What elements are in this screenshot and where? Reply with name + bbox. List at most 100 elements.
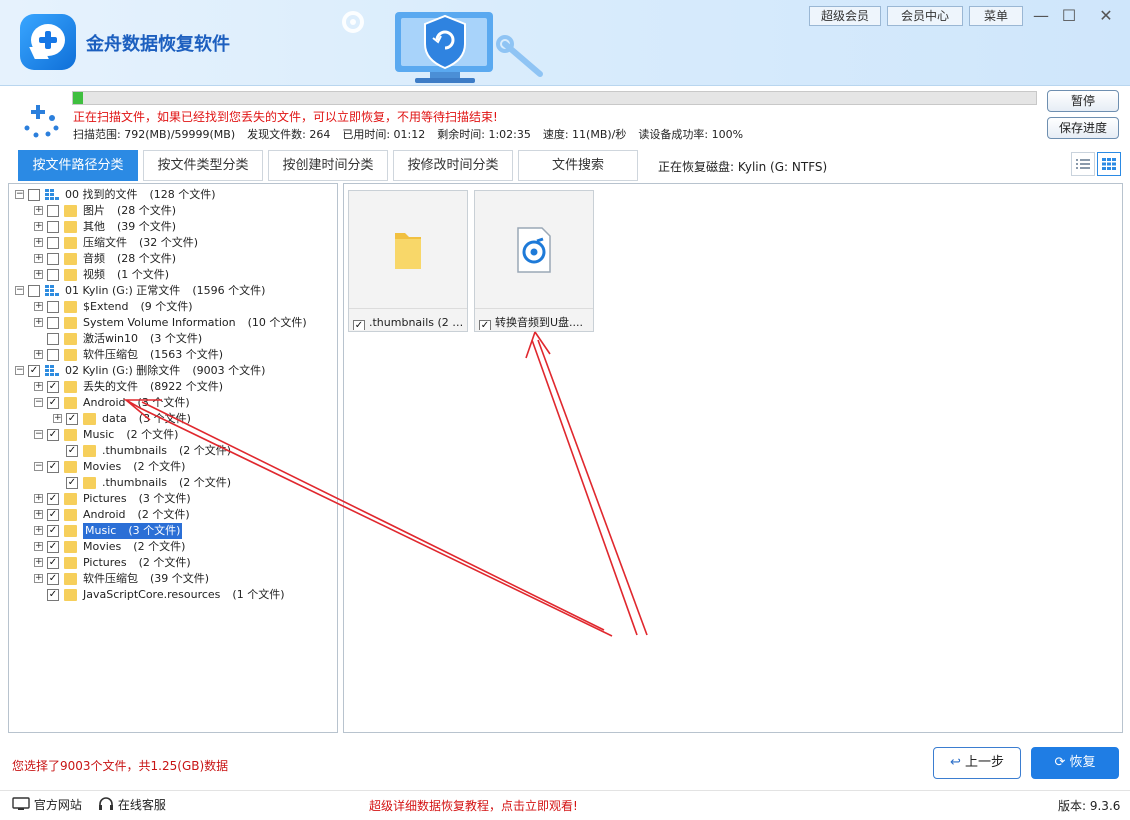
expand-icon[interactable]: + [34, 350, 43, 359]
file-checkbox[interactable]: ✓ [479, 320, 491, 330]
tree-node[interactable]: + ✓ 软件压缩包 (39 个文件) [9, 571, 337, 587]
tree-node-label: Movies (2 个文件) [83, 459, 185, 475]
tree-checkbox[interactable]: ✓ [66, 413, 78, 425]
tree-node[interactable]: + 软件压缩包 (1563 个文件) [9, 347, 337, 363]
tree-checkbox[interactable] [47, 301, 59, 313]
tree-node[interactable]: + ✓ Pictures (2 个文件) [9, 555, 337, 571]
collapse-icon[interactable]: − [15, 366, 24, 375]
tree-node[interactable]: + 其他 (39 个文件) [9, 219, 337, 235]
tree-checkbox[interactable]: ✓ [47, 589, 59, 601]
expand-icon[interactable]: + [34, 318, 43, 327]
expand-icon[interactable]: + [34, 206, 43, 215]
tab-by-created-time[interactable]: 按创建时间分类 [268, 150, 388, 181]
collapse-icon[interactable]: − [15, 190, 24, 199]
expand-icon[interactable]: + [34, 382, 43, 391]
expand-icon[interactable]: + [34, 510, 43, 519]
tree-node[interactable]: + 压缩文件 (32 个文件) [9, 235, 337, 251]
tree-node[interactable]: − ✓ Android (3 个文件) [9, 395, 337, 411]
tree-node[interactable]: − 00 找到的文件 (128 个文件) [9, 187, 337, 203]
tree-checkbox[interactable]: ✓ [47, 509, 59, 521]
tree-checkbox[interactable]: ✓ [28, 365, 40, 377]
tree-node[interactable]: + $Extend (9 个文件) [9, 299, 337, 315]
expand-icon[interactable]: + [34, 574, 43, 583]
tree-node[interactable]: + 视频 (1 个文件) [9, 267, 337, 283]
tree-checkbox[interactable] [47, 253, 59, 265]
expand-icon[interactable]: + [34, 254, 43, 263]
menu-button[interactable]: 菜单 [969, 6, 1023, 26]
tree-checkbox[interactable]: ✓ [47, 493, 59, 505]
recover-button[interactable]: ⟳ 恢复 [1031, 747, 1119, 779]
file-checkbox[interactable]: ✓ [353, 320, 365, 330]
tree-node[interactable]: + ✓ data (3 个文件) [9, 411, 337, 427]
tree-node[interactable]: + ✓ 丢失的文件 (8922 个文件) [9, 379, 337, 395]
tab-by-type[interactable]: 按文件类型分类 [143, 150, 263, 181]
expand-icon[interactable]: + [34, 302, 43, 311]
tree-checkbox[interactable] [28, 285, 40, 297]
tree-checkbox[interactable] [47, 333, 59, 345]
list-view-icon[interactable] [1071, 152, 1095, 176]
tree-node[interactable]: + System Volume Information (10 个文件) [9, 315, 337, 331]
tree-checkbox[interactable] [47, 269, 59, 281]
maximize-icon[interactable]: ☐ [1058, 6, 1080, 26]
close-icon[interactable]: ✕ [1095, 6, 1117, 26]
tree-node[interactable]: ✓ JavaScriptCore.resources (1 个文件) [9, 587, 337, 603]
tree-checkbox[interactable] [47, 349, 59, 361]
tree-checkbox[interactable]: ✓ [47, 381, 59, 393]
expand-icon[interactable]: + [34, 542, 43, 551]
tree-node[interactable]: + 音频 (28 个文件) [9, 251, 337, 267]
super-member-button[interactable]: 超级会员 [809, 6, 881, 26]
collapse-icon[interactable]: − [15, 286, 24, 295]
tree-node[interactable]: ✓ .thumbnails (2 个文件) [9, 443, 337, 459]
tree-node[interactable]: ✓ .thumbnails (2 个文件) [9, 475, 337, 491]
tree-node[interactable]: + ✓ Movies (2 个文件) [9, 539, 337, 555]
collapse-icon[interactable]: − [34, 430, 43, 439]
tutorial-link[interactable]: 超级详细数据恢复教程，点击立即观看! [369, 797, 578, 814]
expand-icon[interactable]: + [34, 222, 43, 231]
tree-node[interactable]: − 01 Kylin (G:) 正常文件 (1596 个文件) [9, 283, 337, 299]
back-button[interactable]: ↩ 上一步 [933, 747, 1021, 779]
tab-by-modified-time[interactable]: 按修改时间分类 [393, 150, 513, 181]
tree-checkbox[interactable]: ✓ [47, 541, 59, 553]
tree-node[interactable]: − ✓ 02 Kylin (G:) 删除文件 (9003 个文件) [9, 363, 337, 379]
save-progress-button[interactable]: 保存进度 [1047, 117, 1119, 139]
collapse-icon[interactable]: − [34, 462, 43, 471]
tree-node[interactable]: − ✓ Movies (2 个文件) [9, 459, 337, 475]
file-tile-audio[interactable]: ✓ 转换音频到U盘.... [474, 190, 594, 332]
tree-checkbox[interactable]: ✓ [66, 445, 78, 457]
tree-checkbox[interactable]: ✓ [66, 477, 78, 489]
official-website-link[interactable]: 官方网站 [12, 796, 82, 813]
expand-icon[interactable]: + [53, 414, 62, 423]
tree-checkbox[interactable]: ✓ [47, 525, 59, 537]
tree-checkbox[interactable]: ✓ [47, 573, 59, 585]
tree-node[interactable]: 激活win10 (3 个文件) [9, 331, 337, 347]
collapse-icon[interactable]: − [34, 398, 43, 407]
tree-node[interactable]: + ✓ Music (3 个文件) [9, 523, 337, 539]
tree-checkbox[interactable] [28, 189, 40, 201]
tree-node[interactable]: + 图片 (28 个文件) [9, 203, 337, 219]
expand-icon[interactable]: + [34, 238, 43, 247]
tree-node-label: $Extend (9 个文件) [83, 299, 193, 315]
tree-node[interactable]: − ✓ Music (2 个文件) [9, 427, 337, 443]
tree-node[interactable]: + ✓ Pictures (3 个文件) [9, 491, 337, 507]
member-center-button[interactable]: 会员中心 [887, 6, 963, 26]
grid-view-icon[interactable] [1097, 152, 1121, 176]
tree-checkbox[interactable]: ✓ [47, 429, 59, 441]
expand-icon[interactable]: + [34, 494, 43, 503]
expand-icon[interactable]: + [34, 270, 43, 279]
tab-by-path[interactable]: 按文件路径分类 [18, 150, 138, 181]
expand-icon[interactable]: + [34, 558, 43, 567]
tree-checkbox[interactable] [47, 205, 59, 217]
tree-checkbox[interactable] [47, 237, 59, 249]
tree-checkbox[interactable] [47, 317, 59, 329]
tree-node[interactable]: + ✓ Android (2 个文件) [9, 507, 337, 523]
pause-button[interactable]: 暂停 [1047, 90, 1119, 112]
tree-checkbox[interactable]: ✓ [47, 461, 59, 473]
minimize-icon[interactable]: — [1030, 6, 1052, 26]
online-service-link[interactable]: 在线客服 [98, 796, 166, 813]
expand-icon[interactable]: + [34, 526, 43, 535]
tree-checkbox[interactable]: ✓ [47, 397, 59, 409]
tab-file-search[interactable]: 文件搜索 [518, 150, 638, 181]
file-tile-thumbnails-folder[interactable]: ✓ .thumbnails (2 个... [348, 190, 468, 332]
tree-checkbox[interactable]: ✓ [47, 557, 59, 569]
tree-checkbox[interactable] [47, 221, 59, 233]
